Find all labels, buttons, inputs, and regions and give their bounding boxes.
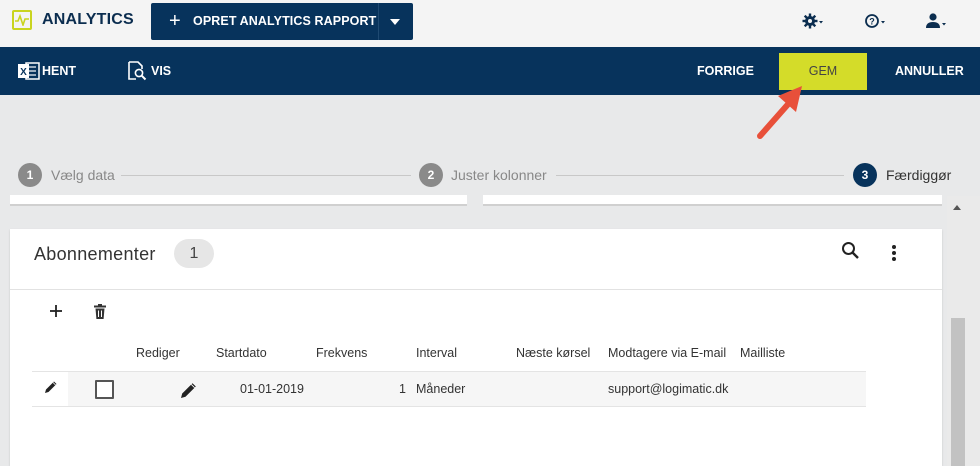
- step-1-label[interactable]: Vælg data: [51, 167, 115, 183]
- vis-button[interactable]: VIS: [151, 64, 171, 78]
- search-icon[interactable]: [841, 241, 861, 266]
- scrollbar-thumb[interactable]: [951, 318, 965, 466]
- step-2-label[interactable]: Juster kolonner: [451, 167, 547, 183]
- scroll-up-icon[interactable]: [953, 205, 961, 210]
- more-options-icon[interactable]: [891, 244, 897, 267]
- hent-button[interactable]: HENT: [42, 64, 76, 78]
- svg-text:?: ?: [869, 17, 875, 27]
- plus-icon: +: [169, 10, 181, 32]
- help-icon[interactable]: ?: [864, 12, 886, 30]
- summary-card: [10, 195, 467, 206]
- settings-icon[interactable]: [802, 12, 824, 30]
- column-header: Rediger: [136, 346, 180, 360]
- dropdown-caret-icon[interactable]: [390, 19, 400, 25]
- column-header[interactable]: Mailliste: [740, 346, 785, 360]
- user-icon[interactable]: [925, 12, 947, 30]
- analytics-logo-icon: [12, 10, 32, 30]
- action-bar: X HENT VIS FORRIGE GEM ANNULLER: [0, 47, 980, 95]
- interval-cell: Måneder: [416, 382, 466, 396]
- step-2-circle[interactable]: 2: [419, 163, 443, 187]
- column-header[interactable]: Frekvens: [316, 346, 367, 360]
- step-3-label[interactable]: Færdiggør: [886, 167, 951, 183]
- excel-icon[interactable]: X: [18, 61, 40, 86]
- subscriptions-card: Abonnementer 1 Rediger Startdato Frekven…: [10, 229, 942, 466]
- frequency-cell: 1: [399, 382, 406, 396]
- edit-pencil-icon[interactable]: [180, 381, 198, 404]
- create-report-label: OPRET ANALYTICS RAPPORT: [193, 14, 377, 28]
- cancel-button[interactable]: ANNULLER: [895, 64, 964, 78]
- svg-text:X: X: [20, 67, 27, 78]
- summary-card: [483, 195, 942, 206]
- column-header[interactable]: Næste kørsel: [516, 346, 590, 360]
- add-icon[interactable]: [49, 304, 63, 323]
- create-report-button[interactable]: + OPRET ANALYTICS RAPPORT: [151, 3, 413, 40]
- column-header[interactable]: Startdato: [216, 346, 267, 360]
- step-1-circle[interactable]: 1: [18, 163, 42, 187]
- row-select-checkbox[interactable]: [95, 380, 114, 399]
- column-header[interactable]: Modtagere via E-mail: [608, 346, 726, 360]
- previous-button[interactable]: FORRIGE: [697, 64, 754, 78]
- top-bar: ANALYTICS + OPRET ANALYTICS RAPPORT ?: [0, 0, 980, 47]
- column-header[interactable]: Interval: [416, 346, 457, 360]
- start-date-cell: 01-01-2019: [240, 382, 304, 396]
- annotation-arrow-icon: [757, 86, 802, 139]
- preview-icon[interactable]: [127, 61, 147, 86]
- card-title: Abonnementer: [34, 244, 156, 264]
- delete-icon[interactable]: [94, 304, 106, 324]
- app-title: ANALYTICS: [42, 11, 134, 28]
- recipients-cell: support@logimatic.dk: [608, 382, 729, 396]
- step-3-circle[interactable]: 3: [853, 163, 877, 187]
- count-badge: 1: [174, 239, 214, 268]
- edit-pencil-icon[interactable]: [44, 380, 58, 399]
